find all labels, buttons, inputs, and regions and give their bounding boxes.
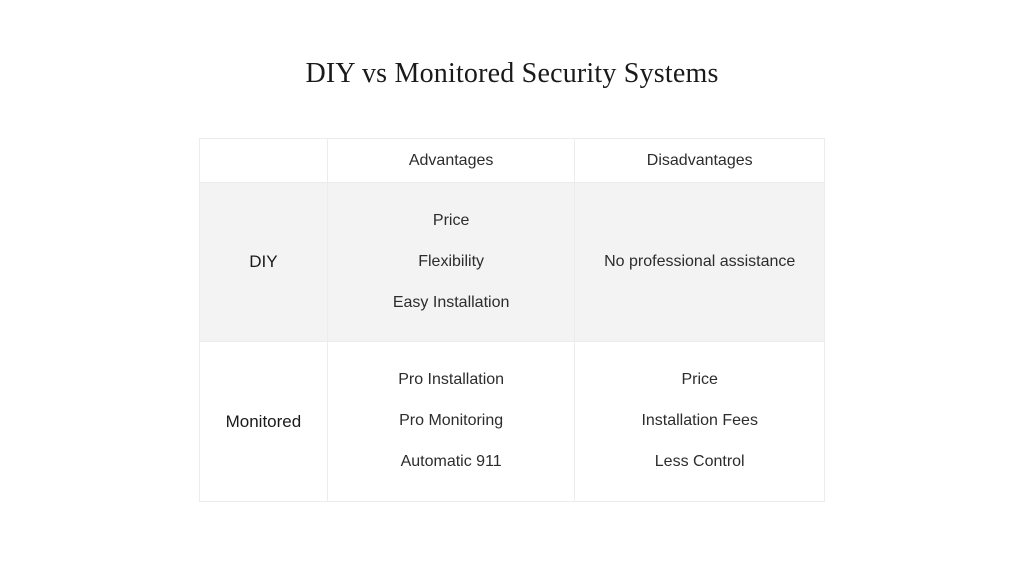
list-item: Pro Monitoring (338, 401, 565, 442)
table-row: Monitored Pro Installation Pro Monitorin… (200, 342, 825, 501)
list-item: No professional assistance (575, 233, 824, 291)
list-item: Easy Installation (338, 283, 565, 324)
comparison-table: Advantages Disadvantages DIY Price Flexi… (199, 138, 825, 502)
list-item: Less Control (585, 442, 814, 483)
table-header-row: Advantages Disadvantages (200, 139, 825, 183)
list-item: Automatic 911 (338, 442, 565, 483)
list-item: Flexibility (338, 242, 565, 283)
list-item: Pro Installation (338, 360, 565, 401)
header-empty (200, 139, 328, 183)
list-item: Installation Fees (585, 401, 814, 442)
list-monitored-advantages: Pro Installation Pro Monitoring Automati… (328, 342, 575, 500)
header-disadvantages: Disadvantages (575, 139, 825, 183)
header-advantages: Advantages (327, 139, 575, 183)
list-item: Price (338, 201, 565, 242)
cell-monitored-advantages: Pro Installation Pro Monitoring Automati… (327, 342, 575, 501)
list-diy-advantages: Price Flexibility Easy Installation (328, 183, 575, 341)
page-title: DIY vs Monitored Security Systems (305, 58, 718, 90)
cell-diy-advantages: Price Flexibility Easy Installation (327, 183, 575, 342)
list-monitored-disadvantages: Price Installation Fees Less Control (575, 342, 824, 500)
table-row: DIY Price Flexibility Easy Installation … (200, 183, 825, 342)
row-label-diy: DIY (200, 183, 328, 342)
cell-diy-disadvantages: No professional assistance (575, 183, 825, 342)
list-item: Price (585, 360, 814, 401)
cell-monitored-disadvantages: Price Installation Fees Less Control (575, 342, 825, 501)
row-label-monitored: Monitored (200, 342, 328, 501)
